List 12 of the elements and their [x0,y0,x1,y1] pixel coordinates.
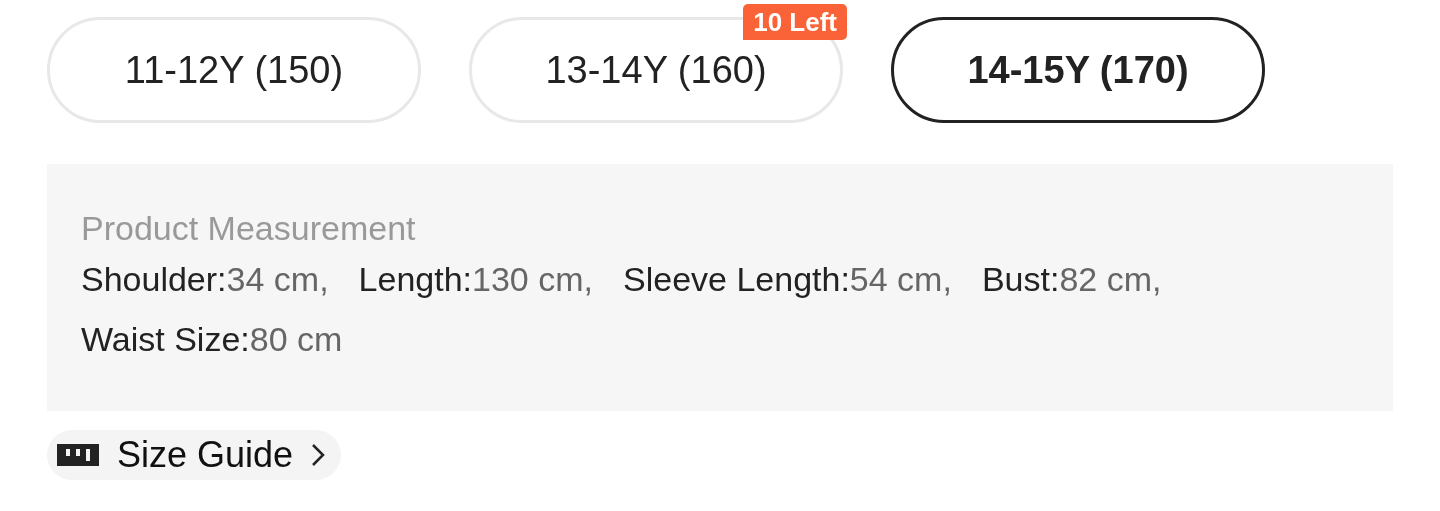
measurement-item: Length:130 cm, [358,259,593,300]
measurement-title: Product Measurement [81,208,417,248]
size-option[interactable]: 11-12Y (150) [47,17,421,123]
stock-badge: 10 Left [743,4,847,40]
chevron-right-icon [311,443,326,467]
measurement-item: Shoulder:34 cm, [81,259,329,300]
measurement-item: Waist Size:80 cm [81,319,343,360]
measurement-item: Bust:82 cm, [981,259,1162,300]
ruler-icon [57,444,99,466]
size-option[interactable]: 14-15Y (170) [891,17,1265,123]
measurement-item: Sleeve Length:54 cm, [623,259,952,300]
size-guide-button[interactable]: Size Guide [47,430,342,480]
